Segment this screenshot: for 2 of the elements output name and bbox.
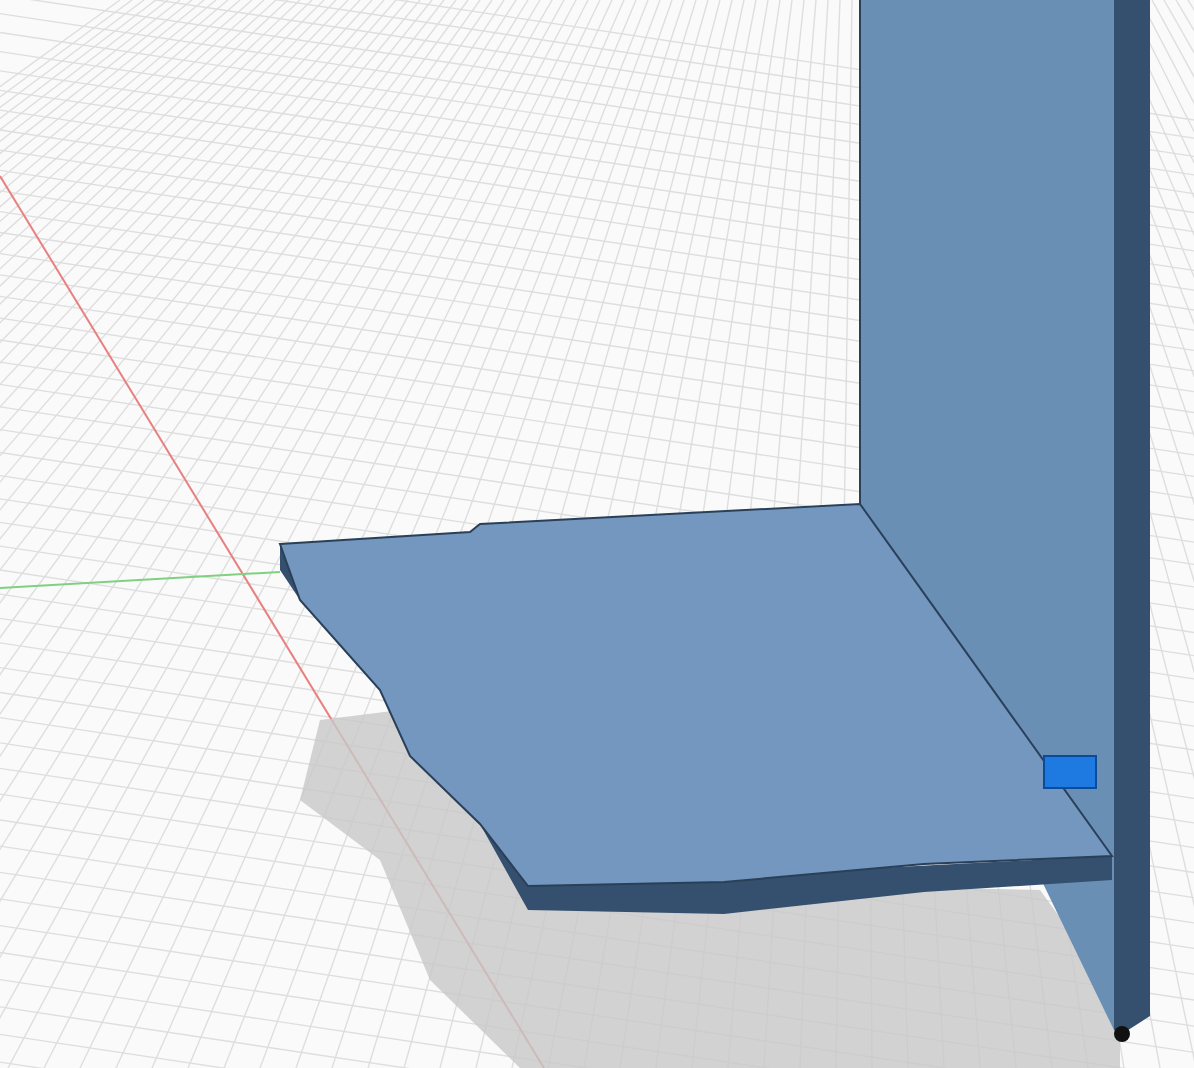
origin-point bbox=[1114, 1026, 1130, 1042]
joint-icon[interactable] bbox=[1043, 755, 1097, 789]
